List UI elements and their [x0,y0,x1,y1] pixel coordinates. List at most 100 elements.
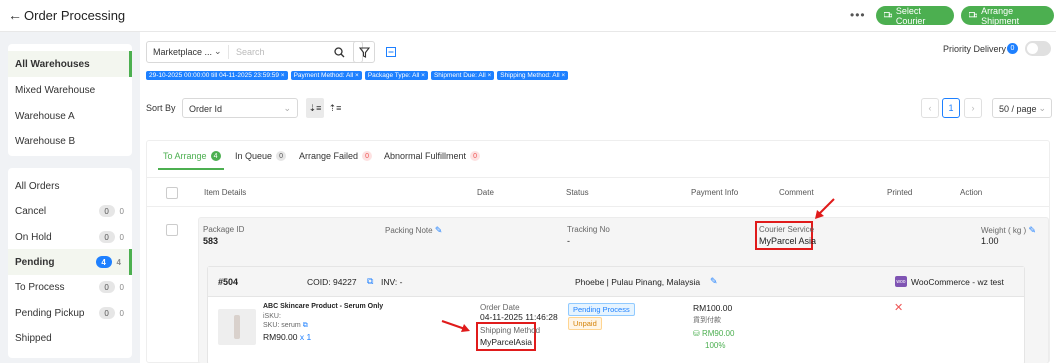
back-arrow-icon[interactable]: ← [8,7,22,23]
more-icon[interactable]: ••• [850,8,866,22]
store-name: WooCommerce - wz test [911,277,1004,287]
page-title: Order Processing [24,8,126,23]
chevron-down-icon: ⌄ [214,46,222,56]
shipping-method: MyParcelAsia [480,337,532,347]
filter-icon[interactable] [353,41,375,63]
sidebar-item-on-hold[interactable]: On Hold 00 [8,224,132,250]
paid-percent: 100% [705,341,726,350]
sort-select-value: Order Id [189,104,223,114]
customer-location: Phoebe | Pulau Pinang, Malaysia [575,277,701,287]
payment-status-badge: Unpaid [568,317,602,330]
tab-to-arrange[interactable]: To Arrange 4 [163,151,221,161]
filter-chip-shipment-due[interactable]: Shipment Due: All × [430,71,495,80]
filter-chip-payment[interactable]: Payment Method: All × [290,71,362,80]
annotation-arrow-icon [441,320,470,332]
collapse-icon[interactable] [380,41,402,63]
sidebar-item-all-warehouses[interactable]: All Warehouses [8,51,132,77]
sidebar-item-label: All Warehouses [15,58,90,70]
tab-label: Abnormal Fulfillment [384,151,467,161]
sidebar-item-mixed-warehouse[interactable]: Mixed Warehouse [8,77,132,103]
sidebar-item-label: On Hold [15,231,52,243]
prev-page-icon[interactable]: ‹ [921,98,939,118]
copy-icon[interactable]: ⧉ [303,322,308,329]
sidebar-item-warehouse-a[interactable]: Warehouse A [8,103,132,129]
not-printed-icon: ✕ [894,302,904,314]
order-number[interactable]: #504 [218,277,238,287]
tab-abnormal-fulfillment[interactable]: Abnormal Fulfillment 0 [384,151,481,161]
select-courier-label: Select Courier [895,5,926,26]
marketplace-select[interactable]: Marketplace ... [153,47,212,57]
sort-by-label: Sort By [146,103,176,113]
product-name[interactable]: ABC Skincare Product - Serum Only [263,303,383,310]
annotation-arrow-icon [815,198,835,219]
tab-badge: 4 [210,151,221,161]
sidebar-item-to-process[interactable]: To Process 00 [8,274,132,300]
count-badge: 0 [98,231,115,243]
count-badge: 0 [98,205,115,217]
sort-select[interactable]: Order Id ⌄ [182,98,298,118]
edit-icon[interactable]: ✎ [710,276,718,287]
divider [228,45,229,59]
sidebar-item-all-orders[interactable]: All Orders [8,173,132,199]
select-courier-button[interactable]: Select Courier [876,5,954,26]
tab-in-queue[interactable]: In Queue 0 [235,151,287,161]
copy-icon[interactable]: ⧉ [367,276,373,287]
column-header: Comment [779,188,814,197]
filter-chip-shipping-method[interactable]: Shipping Method: All × [497,71,569,80]
active-tab-indicator [158,168,224,170]
order-card: #504 COID: 94227 ⧉ INV: - Phoebe | Pulau… [207,266,1025,363]
chevron-down-icon: ⌄ [283,103,291,113]
filter-chip-package[interactable]: Package Type: All × [364,71,428,80]
tab-arrange-failed[interactable]: Arrange Failed 0 [299,151,373,161]
arrange-shipment-button[interactable]: Arrange Shipment [961,5,1054,26]
sidebar-item-label: To Process [15,281,65,293]
sidebar-item-cancel[interactable]: Cancel 00 [8,198,132,224]
priority-toggle[interactable] [1025,41,1051,56]
product-thumbnail [218,309,256,345]
search-icon[interactable] [328,41,350,63]
tab-badge: 0 [470,151,481,161]
tab-label: To Arrange [163,151,207,161]
next-page-icon[interactable]: › [964,98,982,118]
status-badge: Pending Process [568,303,635,316]
page-number[interactable]: 1 [942,98,960,118]
truck-icon [884,12,892,18]
sidebar-item-shipped[interactable]: Shipped [8,325,132,351]
arrange-shipment-label: Arrange Shipment [981,5,1020,26]
coid: COID: 94227 [307,277,357,287]
page-size-select[interactable]: 50 / page ⌄ [992,98,1052,118]
sidebar-item-pending-pickup[interactable]: Pending Pickup 00 [8,300,132,326]
order-header: #504 COID: 94227 ⧉ INV: - Phoebe | Pulau… [208,267,1024,297]
filter-chip-date[interactable]: 29-10-2025 00:00:00 till 04-11-2025 23:5… [146,71,288,80]
qty-text: x 1 [299,332,312,342]
sidebar-item-label: Pending Pickup [15,307,85,319]
sidebar-item-warehouse-b[interactable]: Warehouse B [8,128,132,154]
count-text: 0 [119,232,124,242]
count-text: 0 [119,206,124,216]
row-checkbox[interactable] [166,224,178,236]
packing-note-label: Packing Note ✎ [385,225,442,236]
top-bar: ← Order Processing ••• Select Courier Ar… [0,0,1056,32]
package-row: Package ID 583 Packing Note ✎ Tracking N… [198,217,1049,363]
column-header: Payment Info [691,188,739,197]
sidebar-item-label: Cancel [15,205,47,217]
tracking-number: - [567,236,570,246]
search-input[interactable]: Search [236,47,265,57]
price-text: RM90.00 [263,332,298,342]
shipping-method-label: Shipping Method [480,326,541,335]
sort-asc-icon[interactable]: ⇡≡ [326,98,344,118]
edit-icon[interactable]: ✎ [1028,225,1036,235]
paid-amount: ⛁ RM90.00 [693,329,734,338]
column-header: Date [477,188,494,197]
sort-desc-icon[interactable]: ⇣≡ [306,98,324,118]
weight-label: Weight ( kg ) ✎ [981,225,1036,236]
count-badge: 4 [95,256,112,268]
edit-icon[interactable]: ✎ [435,225,443,235]
tracking-label: Tracking No [567,225,610,234]
sidebar-item-pending[interactable]: Pending 44 [8,249,132,275]
select-all-checkbox[interactable] [166,187,178,199]
column-header: Status [566,188,589,197]
packing-note-label-text: Packing Note [385,226,433,235]
tab-label: Arrange Failed [299,151,359,161]
priority-delivery-label: Priority Delivery [943,44,1007,54]
